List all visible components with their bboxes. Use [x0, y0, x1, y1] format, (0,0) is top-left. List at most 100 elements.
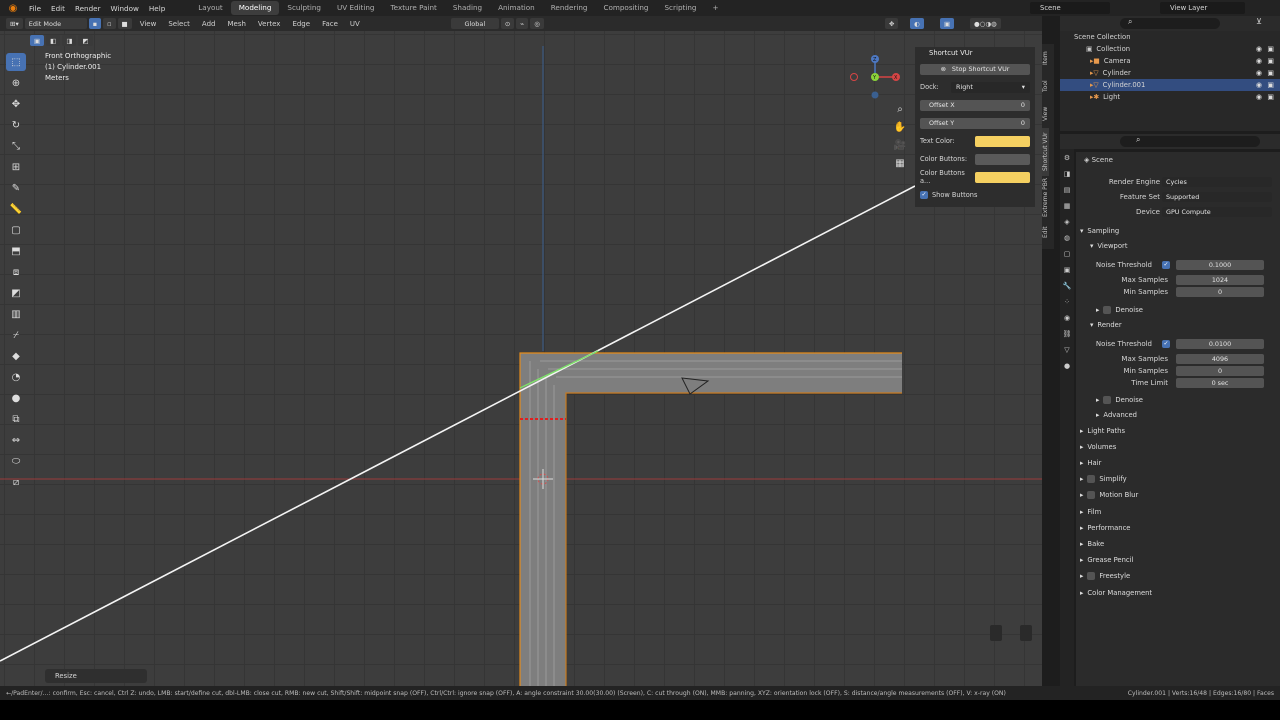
transform-icon[interactable]: ⊞ [6, 158, 26, 176]
3d-viewport[interactable]: ▣ ◧ ◨ ◩ Z X Y Front Orthographic (1) Cyl… [0, 31, 1042, 686]
world-tab-icon[interactable]: ◍ [1061, 231, 1073, 245]
measure-icon[interactable]: 📏 [6, 200, 26, 218]
object-tab-icon[interactable]: ▣ [1061, 263, 1073, 277]
loop-cut-icon[interactable]: ▥ [6, 305, 26, 323]
scene-selector[interactable]: Scene [1030, 2, 1110, 14]
menu-select[interactable]: Select [162, 20, 196, 28]
performance-panel[interactable]: ▸ Performance [1080, 521, 1278, 535]
bevel-icon[interactable]: ◩ [6, 284, 26, 302]
film-panel[interactable]: ▸ Film [1080, 505, 1278, 519]
pivot-icon[interactable]: ⊙ [500, 18, 515, 29]
render-subpanel[interactable]: ▾ Render [1090, 318, 1280, 332]
light-paths-panel[interactable]: ▸ Light Paths [1080, 424, 1278, 438]
vp-max-field[interactable]: 1024 [1176, 275, 1264, 285]
menu-view[interactable]: View [134, 20, 163, 28]
sampling-panel[interactable]: ▾ Sampling [1080, 224, 1278, 238]
grease-pencil-panel[interactable]: ▸ Grease Pencil [1080, 553, 1278, 567]
eye-icon[interactable]: ◉ [1256, 93, 1262, 101]
menu-help[interactable]: Help [144, 4, 170, 13]
menu-face[interactable]: Face [316, 20, 344, 28]
eye-icon[interactable]: ◉ [1256, 81, 1262, 89]
edge-slide-icon[interactable]: ⧉ [6, 410, 26, 428]
menu-render[interactable]: Render [70, 4, 106, 13]
menu-file[interactable]: File [24, 4, 46, 13]
vertex-select-button[interactable]: ▪ [88, 18, 102, 29]
snap-icon[interactable]: ⌁ [516, 18, 529, 29]
shading-modes-icon[interactable]: ●○◑◍ [970, 18, 1001, 29]
proportional-icon[interactable]: ◎ [530, 18, 544, 29]
menu-vertex[interactable]: Vertex [252, 20, 287, 28]
gizmo-icon[interactable]: ✥ [885, 18, 899, 29]
scene-tab-icon[interactable]: ◈ [1061, 215, 1073, 229]
data-tab-icon[interactable]: ▽ [1061, 343, 1073, 357]
xray-icon[interactable]: ▣ [940, 18, 955, 29]
last-operator-panel[interactable]: Resize [45, 669, 147, 683]
overlay-icon[interactable]: ◐ [910, 18, 924, 29]
tab-layout[interactable]: Layout [190, 1, 230, 15]
outliner-item-cylinder[interactable]: ▸▽ Cylinder ◉ ▣ [1060, 67, 1280, 79]
outliner-scene-collection[interactable]: Scene Collection [1060, 31, 1280, 43]
tab-sculpting[interactable]: Sculpting [279, 1, 329, 15]
simplify-panel[interactable]: ▸ Simplify [1080, 472, 1278, 486]
render-icon[interactable]: ▣ [1267, 81, 1274, 89]
tab-uv-editing[interactable]: UV Editing [329, 1, 383, 15]
vp-noise-checkbox[interactable]: ✓ [1162, 261, 1170, 269]
material-tab-icon[interactable]: ● [1061, 359, 1073, 373]
vp-min-field[interactable]: 0 [1176, 287, 1264, 297]
select-box-icon[interactable]: ⬚ [6, 53, 26, 71]
motion-blur-panel[interactable]: ▸ Motion Blur [1080, 488, 1278, 502]
dock-select[interactable]: Right ▾ [951, 81, 1030, 93]
knife-icon[interactable]: ⌿ [6, 326, 26, 344]
denoise-render-subpanel[interactable]: ▸ Denoise [1096, 393, 1280, 407]
constraints-tab-icon[interactable]: ⛓ [1061, 327, 1073, 341]
move-icon[interactable]: ✥ [6, 95, 26, 113]
extrude-icon[interactable]: ⬒ [6, 242, 26, 260]
menu-edit[interactable]: Edit [46, 4, 70, 13]
outliner-collection[interactable]: ▣ Collection ◉ ▣ [1060, 43, 1280, 55]
rotate-icon[interactable]: ↻ [6, 116, 26, 134]
particles-tab-icon[interactable]: ⁘ [1061, 295, 1073, 309]
rip-icon[interactable]: ⧄ [6, 473, 26, 491]
camera-view-icon[interactable]: 🎥 [893, 137, 907, 155]
scale-icon[interactable]: ⤡ [6, 137, 26, 155]
physics-tab-icon[interactable]: ◉ [1061, 311, 1073, 325]
outliner-item-cylinder-001[interactable]: ▸▽ Cylinder.001 ◉ ▣ [1060, 79, 1280, 91]
shear-icon[interactable]: ⬭ [6, 452, 26, 470]
ortho-grid-icon[interactable]: ▦ [893, 155, 907, 173]
tab-shortcut-vur[interactable]: Shortcut VUr [1042, 128, 1049, 176]
annotate-icon[interactable]: ✎ [6, 179, 26, 197]
color-buttons-a-swatch[interactable] [975, 171, 1030, 183]
r-noise-checkbox[interactable]: ✓ [1162, 340, 1170, 348]
menu-window[interactable]: Window [106, 4, 144, 13]
hair-panel[interactable]: ▸ Hair [1080, 456, 1278, 470]
pan-hand-icon[interactable]: ✋ [893, 119, 907, 137]
r-max-field[interactable]: 4096 [1176, 354, 1264, 364]
menu-edge[interactable]: Edge [286, 20, 316, 28]
eye-icon[interactable]: ◉ [1256, 69, 1262, 77]
offset-x-field[interactable]: Offset X 0 [920, 99, 1030, 111]
color-buttons-swatch[interactable] [975, 153, 1030, 165]
freestyle-panel[interactable]: ▸ Freestyle [1080, 569, 1278, 583]
stop-shortcut-button[interactable]: ⊗ Stop Shortcut VUr [920, 63, 1030, 75]
r-noise-field[interactable]: 0.0100 [1176, 339, 1264, 349]
add-cube-icon[interactable]: ▢ [6, 221, 26, 239]
tab-view[interactable]: View [1042, 100, 1049, 128]
add-workspace-button[interactable]: + [704, 1, 726, 15]
bake-panel[interactable]: ▸ Bake [1080, 537, 1278, 551]
text-color-swatch[interactable] [975, 135, 1030, 147]
eye-icon[interactable]: ◉ [1256, 45, 1262, 53]
r-min-field[interactable]: 0 [1176, 366, 1264, 376]
volumes-panel[interactable]: ▸ Volumes [1080, 440, 1278, 454]
poly-build-icon[interactable]: ◆ [6, 347, 26, 365]
spin-icon[interactable]: ◔ [6, 368, 26, 386]
tab-extreme-pbr[interactable]: Extreme PBR [1042, 176, 1049, 218]
inset-icon[interactable]: ⧈ [6, 263, 26, 281]
blender-logo-icon[interactable]: ◉ [6, 1, 20, 15]
feature-set-select[interactable]: Supported [1162, 192, 1272, 202]
show-buttons-checkbox[interactable]: ✓ [920, 191, 928, 199]
tab-modeling[interactable]: Modeling [230, 1, 280, 15]
view-layer-tab-icon[interactable]: ▦ [1061, 199, 1073, 213]
menu-mesh[interactable]: Mesh [221, 20, 251, 28]
menu-uv[interactable]: UV [344, 20, 366, 28]
offset-y-field[interactable]: Offset Y 0 [920, 117, 1030, 129]
